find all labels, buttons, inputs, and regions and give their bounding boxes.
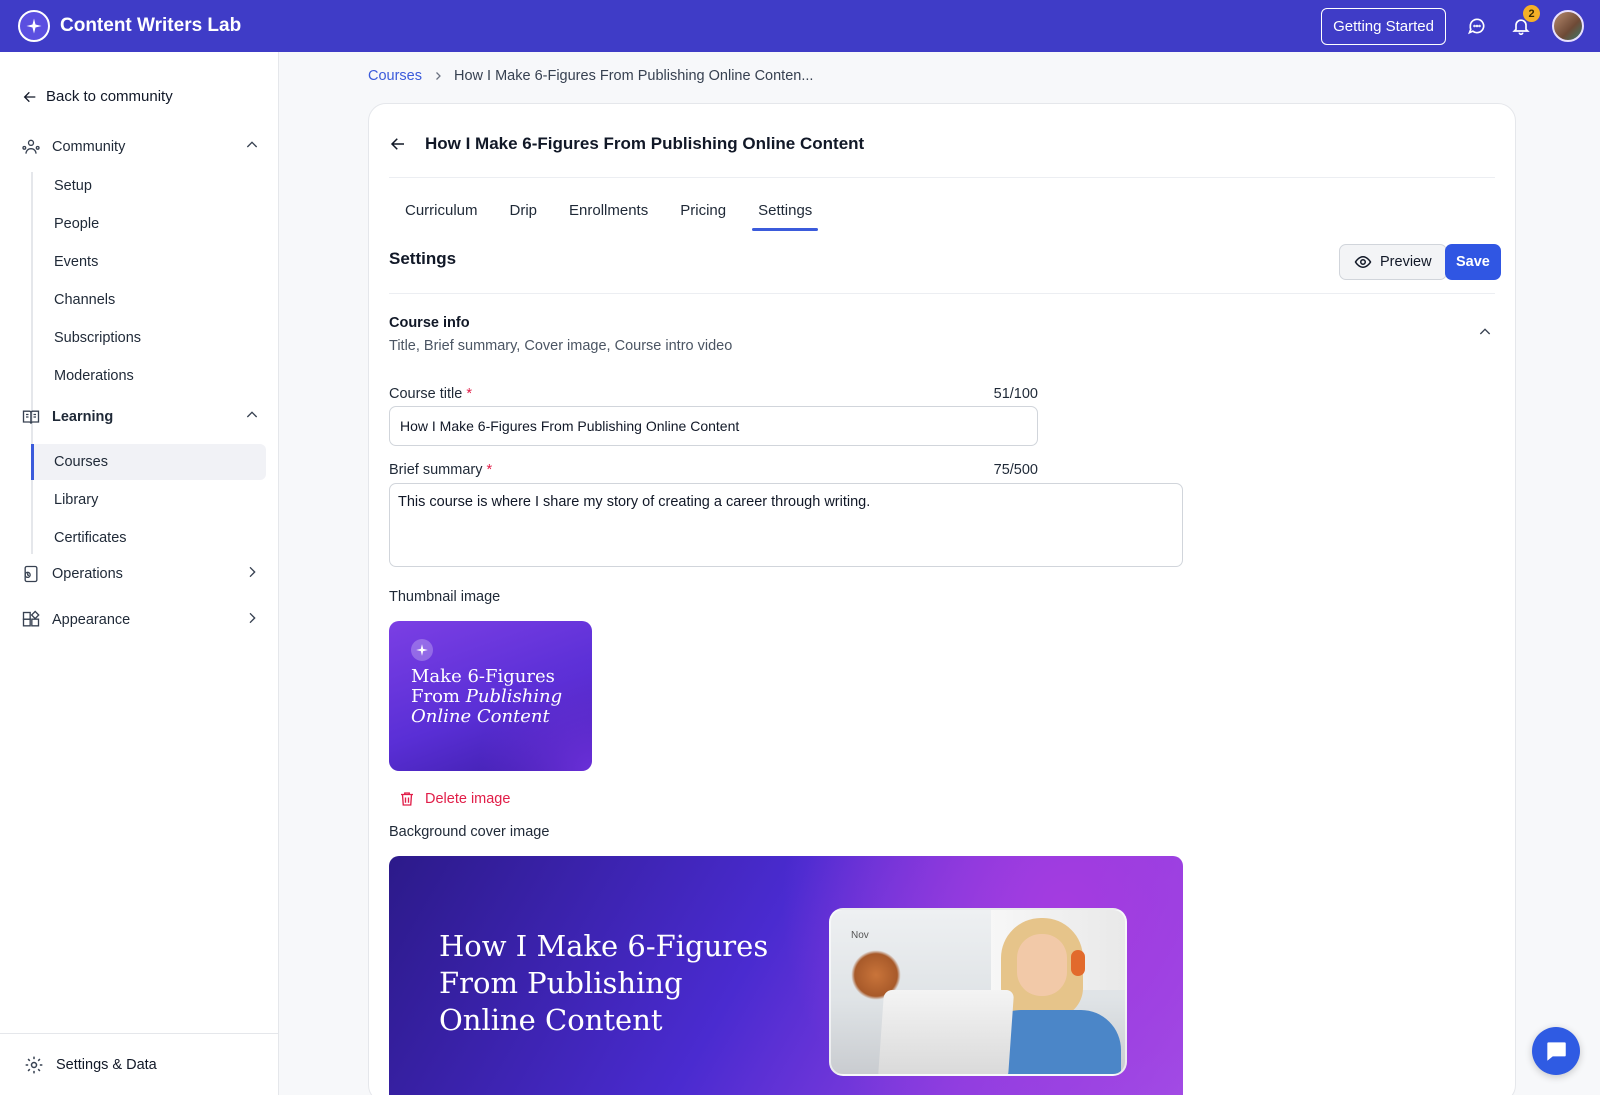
course-settings-card: How I Make 6-Figures From Publishing Onl…: [368, 103, 1516, 1095]
preview-button[interactable]: Preview: [1339, 244, 1447, 280]
brief-summary-label: Brief summary *: [389, 462, 492, 478]
tab-drip[interactable]: Drip: [494, 189, 554, 231]
save-button[interactable]: Save: [1445, 244, 1501, 280]
tab-pricing[interactable]: Pricing: [664, 189, 742, 231]
sidebar-item-courses[interactable]: Courses: [31, 444, 266, 480]
chat-icon[interactable]: [1464, 13, 1490, 39]
thumbnail-text: Make 6-Figures From Publishing Online Co…: [411, 667, 562, 727]
arrow-left-icon: [23, 91, 36, 102]
notification-badge: 2: [1523, 5, 1540, 22]
course-title-input[interactable]: How I Make 6-Figures From Publishing Onl…: [389, 406, 1038, 446]
photo-calendar-text: Nov: [851, 930, 869, 941]
required-mark: *: [486, 462, 493, 478]
chevron-up-icon[interactable]: [244, 407, 260, 427]
chevron-right-icon: [436, 72, 441, 80]
sidebar-group-learning[interactable]: Learning: [20, 405, 260, 429]
photo-person-face: [1017, 934, 1067, 996]
breadcrumb: Courses How I Make 6-Figures From Publis…: [368, 68, 813, 84]
avatar[interactable]: [1552, 10, 1584, 42]
eye-icon: [1354, 255, 1372, 269]
settings-and-data-label: Settings & Data: [56, 1056, 157, 1073]
tab-curriculum[interactable]: Curriculum: [389, 189, 494, 231]
photo-laptop: [877, 990, 1015, 1074]
sidebar-item-channels[interactable]: Channels: [31, 282, 266, 318]
header-divider: [389, 177, 1495, 178]
gear-icon: [25, 1056, 43, 1073]
sidebar-group-appearance-label: Appearance: [52, 612, 131, 628]
back-to-community-link[interactable]: Back to community: [22, 88, 173, 105]
book-icon: [20, 406, 42, 428]
brief-summary-label-text: Brief summary: [389, 462, 483, 478]
chat-bubble-icon[interactable]: [1532, 1027, 1580, 1075]
required-mark: *: [466, 386, 473, 402]
sidebar-item-setup[interactable]: Setup: [31, 168, 266, 204]
course-info-subtitle: Title, Brief summary, Cover image, Cours…: [389, 338, 733, 354]
chevron-up-icon[interactable]: [244, 137, 260, 157]
course-title-label-text: Course title: [389, 386, 463, 402]
sidebar-group-learning-label: Learning: [52, 409, 114, 425]
course-info-title: Course info: [389, 315, 470, 331]
course-title-heading: How I Make 6-Figures From Publishing Onl…: [425, 134, 865, 153]
delete-image-label: Delete image: [425, 791, 511, 807]
sidebar-item-certificates[interactable]: Certificates: [31, 520, 266, 556]
logo-star-icon: [411, 639, 433, 661]
getting-started-button[interactable]: Getting Started: [1321, 7, 1446, 45]
settings-divider: [389, 293, 1495, 294]
top-bar: Content Writers Lab Getting Started 2: [0, 0, 1600, 52]
sidebar-group-operations-label: Operations: [52, 566, 123, 582]
chevron-up-icon[interactable]: [1477, 324, 1493, 345]
course-title-label: Course title *: [389, 386, 472, 402]
settings-and-data-link[interactable]: Settings & Data: [0, 1033, 278, 1095]
chevron-right-icon[interactable]: [244, 610, 260, 630]
sidebar-group-community[interactable]: Community: [20, 135, 260, 159]
sidebar-item-library[interactable]: Library: [31, 482, 266, 518]
sidebar-group-operations[interactable]: Operations: [20, 562, 260, 586]
community-icon: [20, 136, 42, 158]
thumbnail-line-2a: From: [411, 686, 466, 707]
sidebar-item-people[interactable]: People: [31, 206, 266, 242]
thumbnail-line-1: Make 6-Figures: [411, 666, 555, 687]
cover-image[interactable]: How I Make 6-Figures From Publishing Onl…: [389, 856, 1183, 1095]
thumbnail-line-2: From Publishing: [411, 687, 562, 707]
operations-icon: [20, 563, 42, 585]
cover-title: How I Make 6-Figures From Publishing Onl…: [439, 929, 769, 1037]
sidebar: Back to community Community Setup People…: [0, 52, 279, 1095]
brand-name[interactable]: Content Writers Lab: [60, 15, 241, 37]
trash-icon: [401, 792, 413, 806]
thumbnail-line-3: Online Content: [411, 706, 550, 727]
cover-photo: Nov: [829, 908, 1127, 1076]
sidebar-item-subscriptions[interactable]: Subscriptions: [31, 320, 266, 356]
appearance-icon: [20, 609, 42, 631]
cover-image-label: Background cover image: [389, 824, 550, 840]
arrow-left-icon[interactable]: [389, 135, 407, 153]
logo-star-icon[interactable]: [18, 10, 50, 42]
breadcrumb-current: How I Make 6-Figures From Publishing Onl…: [454, 68, 814, 84]
settings-heading: Settings: [389, 249, 457, 268]
sidebar-item-moderations[interactable]: Moderations: [31, 358, 266, 394]
tab-enrollments[interactable]: Enrollments: [553, 189, 664, 231]
sidebar-group-appearance[interactable]: Appearance: [20, 608, 260, 632]
course-title-counter: 51/100: [993, 386, 1038, 402]
photo-headphone: [1071, 950, 1085, 976]
course-header: How I Make 6-Figures From Publishing Onl…: [389, 134, 864, 154]
sidebar-item-events[interactable]: Events: [31, 244, 266, 280]
brief-summary-counter: 75/500: [993, 462, 1038, 478]
brief-summary-textarea[interactable]: This course is where I share my story of…: [389, 483, 1183, 567]
back-to-community-label: Back to community: [46, 88, 173, 105]
thumbnail-image[interactable]: Make 6-Figures From Publishing Online Co…: [389, 621, 592, 771]
tab-settings[interactable]: Settings: [742, 189, 828, 231]
course-tabs: Curriculum Drip Enrollments Pricing Sett…: [389, 189, 828, 231]
preview-label: Preview: [1380, 254, 1432, 270]
thumbnail-label: Thumbnail image: [389, 589, 501, 605]
thumbnail-line-2b: Publishing: [465, 686, 563, 707]
chevron-right-icon[interactable]: [244, 564, 260, 584]
bell-icon[interactable]: 2: [1508, 5, 1540, 39]
delete-image-button[interactable]: Delete image: [398, 790, 510, 808]
breadcrumb-courses-link[interactable]: Courses: [368, 68, 422, 84]
sidebar-group-community-label: Community: [52, 139, 126, 155]
